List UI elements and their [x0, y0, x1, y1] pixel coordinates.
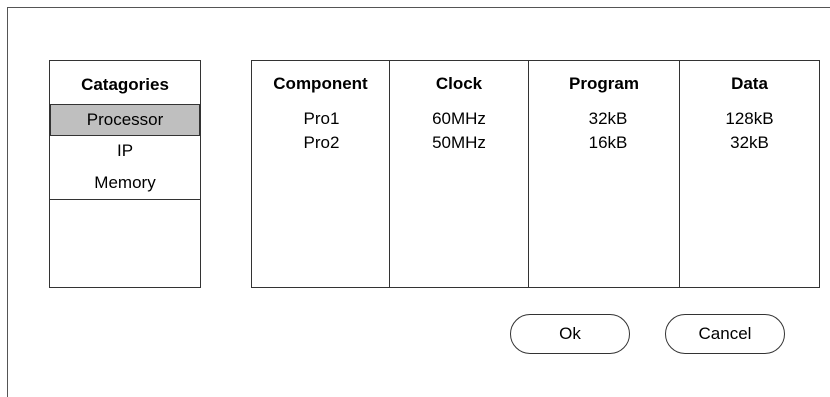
- column-header-clock: Clock: [435, 74, 483, 93]
- column-header-component: Component: [273, 74, 368, 93]
- column-data: Data 128kB 32kB: [679, 61, 819, 287]
- category-item-memory[interactable]: Memory: [50, 168, 200, 200]
- column-component: Component Pro1 Pro2: [252, 61, 389, 287]
- category-item-processor[interactable]: Processor: [50, 104, 200, 136]
- table-cell: 60MHz: [432, 109, 486, 128]
- category-item-ip[interactable]: IP: [50, 136, 200, 168]
- column-header-data: Data: [731, 74, 768, 93]
- table-cell: 32kB: [730, 133, 769, 152]
- table-cell: 16kB: [588, 133, 628, 152]
- table-cell: 50MHz: [432, 133, 486, 152]
- table-cell: 32kB: [588, 109, 628, 128]
- categories-list: Catagories Processor IP Memory: [49, 60, 201, 288]
- cancel-button[interactable]: Cancel: [665, 314, 785, 354]
- table-cell[interactable]: Pro1: [254, 107, 389, 131]
- component-table: Component Pro1 Pro2 Clock 60MHz 50MHz Pr…: [251, 60, 820, 288]
- column-header-program: Program: [569, 74, 639, 93]
- component-dialog: Catagories Processor IP Memory Component…: [7, 7, 830, 397]
- ok-button[interactable]: Ok: [510, 314, 630, 354]
- table-cell[interactable]: Pro2: [254, 131, 389, 155]
- table-cell: 128kB: [725, 109, 774, 128]
- categories-header: Catagories: [81, 75, 169, 94]
- column-program: Program 32kB 16kB: [528, 61, 679, 287]
- column-clock: Clock 60MHz 50MHz: [389, 61, 528, 287]
